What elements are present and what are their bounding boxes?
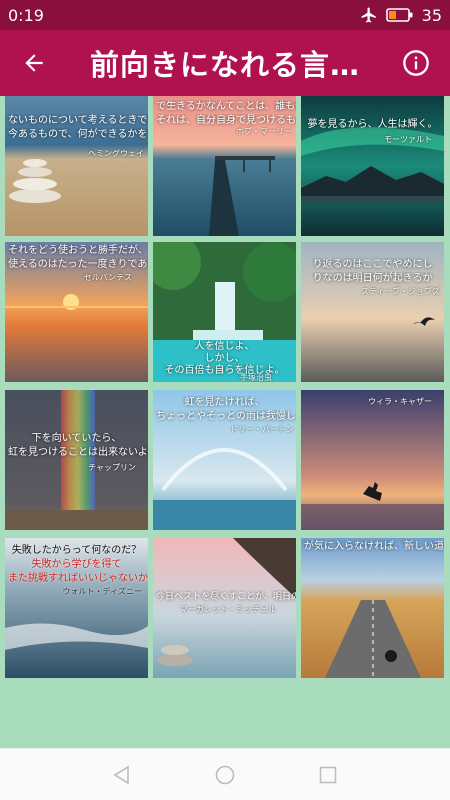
nav-recents-icon[interactable] [317,764,339,786]
quote-tile[interactable]: が気に入らなければ、新しい道を [301,538,444,678]
quote-tile[interactable]: ウィラ・キャザー [301,390,444,530]
app-bar: 前向きになれる言… [0,30,450,96]
quote-author: ウィラ・キャザー [368,397,432,406]
quote-text: また挑戦すればいいじゃないか。 [8,573,148,584]
quote-text: 虹を見たければ、 [184,397,265,408]
nav-home-icon[interactable] [214,764,236,786]
quote-author: スティーブ・ジョブズ [360,287,440,296]
info-icon [403,50,429,76]
quote-text: ないものについて考えるときではない [8,115,148,126]
quote-tile[interactable]: 虹を見たければ、 ちょっとやそっとの雨は我慢しなくちゃ ドリー・パートン [153,390,296,530]
quote-author: ヘミングウェイ [88,149,144,158]
quote-author: ドリー・パートン [230,425,294,434]
quote-text: その百倍も自らを信じよ。 [164,365,285,376]
quote-text: 今日ベストを尽くすことが、明日の自分の為になる [156,592,296,602]
quote-tile[interactable]: 今日ベストを尽くすことが、明日の自分の為になる マーガレット・ミッチェル [153,538,296,678]
quote-author: チャップリン [88,463,136,472]
quote-text: 虹を見つけることは出来ないよ。 [8,447,148,458]
quote-author: ウォルト・ディズニー [62,587,142,596]
quote-image [301,390,444,530]
quote-author: セルバンテス [83,273,132,282]
quote-text: それをどう使おうと勝手だが、 [8,245,148,256]
status-time: 0:19 [8,5,44,25]
quote-tile[interactable]: り返るのはここでやめにし りなのは明日何が起きるか スティーブ・ジョブズ [301,242,444,382]
quote-tile[interactable]: それをどう使おうと勝手だが、 使えるのはたった一度きりである。 セルバンテス [5,242,148,382]
battery-level: 35 [421,5,442,25]
quote-text: りなのは明日何が起きるか [312,273,433,284]
quote-image [5,390,148,530]
quote-author: 手塚治虫 [240,373,272,382]
quote-text: 今あるもので、何ができるかを考えるときです [8,129,148,140]
quote-text: 失敗から学びを得て [31,559,122,570]
status-icons: 35 [360,6,442,25]
back-arrow-icon [25,54,43,72]
quote-text: 下を向いていたら、 [31,433,122,444]
quote-text: が気に入らなければ、新しい道を [304,541,444,552]
quote-text: ちょっとやそっとの雨は我慢しなくちゃ [156,411,296,422]
quote-grid-area: ないものについて考えるときではない 今あるもので、何ができるかを考えるときです … [0,96,450,748]
quote-tile[interactable]: ないものについて考えるときではない 今あるもので、何ができるかを考えるときです … [5,96,148,236]
quote-image [301,538,444,678]
nav-back-icon[interactable] [111,764,133,786]
quote-text: 使えるのはたった一度きりである。 [8,259,148,270]
system-nav-bar [0,748,450,800]
quote-tile[interactable]: 失敗したからって何なのだ？ 失敗から学びを得て また挑戦すればいいじゃないか。 … [5,538,148,678]
airplane-mode-icon [361,7,376,23]
page-title: 前向きになれる言… [90,48,361,82]
quote-author: マーガレット・ミッチェル [180,605,276,614]
info-button[interactable] [388,35,444,91]
quote-text: り返るのはここでやめにし [312,259,433,270]
quote-tile[interactable]: 人を信じよ、 しかし、 その百倍も自らを信じよ。 手塚治虫 [153,242,296,382]
back-button[interactable] [6,35,62,91]
quote-author: ボブ・マーリー [236,127,292,136]
quote-image [301,96,444,236]
quote-tile[interactable]: 夢を見るから、人生は輝く。 モーツァルト [301,96,444,236]
battery-icon [385,8,413,22]
quote-text: 夢を見るから、人生は輝く。 [307,119,438,130]
status-bar: 0:19 35 [0,0,450,30]
quote-author: モーツァルト [384,135,432,144]
quote-text: 失敗したからって何なのだ？ [11,545,142,556]
quote-text: で生きるかなんてことは、誰も他人に教えられ [156,101,296,112]
quote-tile[interactable]: で生きるかなんてことは、誰も他人に教えられ それは、自分自身で見つけるものだ。 … [153,96,296,236]
quote-tile[interactable]: 下を向いていたら、 虹を見つけることは出来ないよ。 チャップリン [5,390,148,530]
